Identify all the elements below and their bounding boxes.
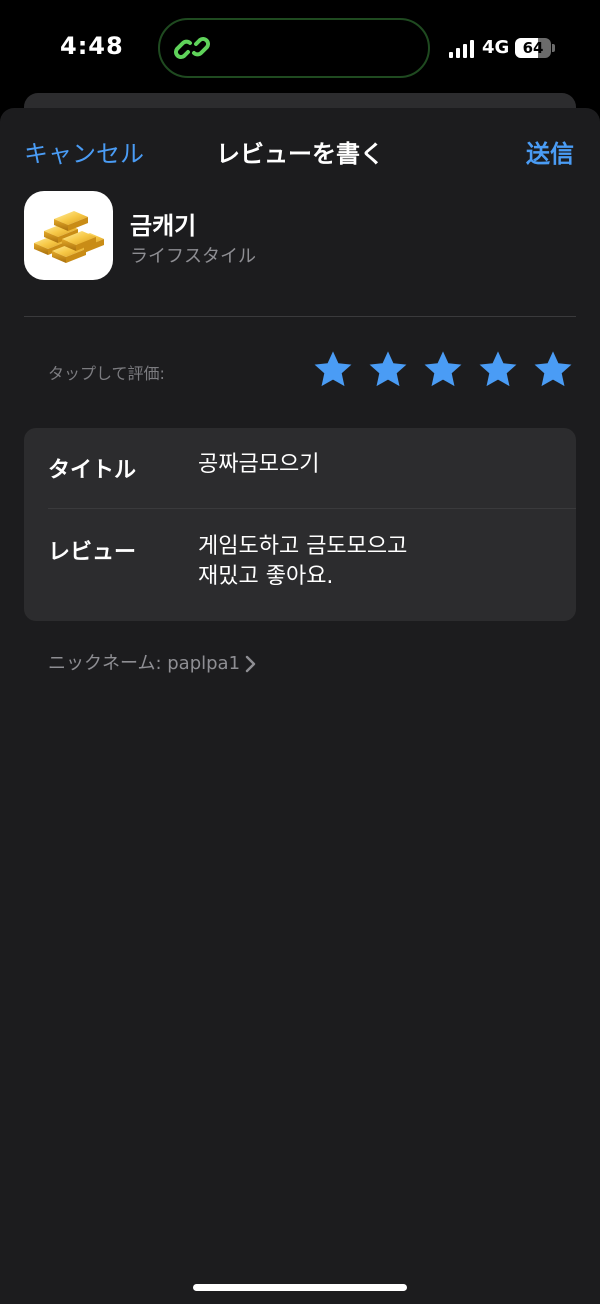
battery-percent: 64 [522,39,544,57]
status-time: 4:48 [60,32,124,60]
section-divider [24,316,576,317]
battery-nub [552,44,555,52]
send-button[interactable]: 送信 [526,134,574,169]
link-chain-icon [174,37,210,59]
nickname-text: ニックネーム: paplpa1 [48,653,241,674]
review-text-line: 재밌고 좋아요. [198,564,334,589]
network-type: 4G [482,37,510,58]
star-icon[interactable] [477,350,519,390]
status-bar: 4:48 4G 64 [0,0,600,100]
chevron-right-icon [245,655,256,673]
review-text-line: 게임도하고 금도모으고 [198,534,408,559]
rating-prompt: タップして評価: [48,364,165,383]
star-icon[interactable] [312,350,354,390]
write-review-sheet: キャンセル レビューを書く 送信 금캐기 ライフスタイル タップして評価: タイ… [0,108,600,1304]
title-label: タイトル [48,458,137,483]
app-category: ライフスタイル [130,246,256,267]
review-field[interactable]: 게임도하고 금도모으고 재밌고 좋아요. [198,532,407,592]
nickname-link[interactable]: ニックネーム: paplpa1 [48,649,256,675]
star-icon[interactable] [367,350,409,390]
review-form: タイトル 공짜금모으기 レビュー 게임도하고 금도모으고 재밌고 좋아요. [24,428,576,621]
battery-icon: 64 [515,38,551,58]
gold-bars-icon [24,191,113,280]
review-label: レビュー [48,540,137,565]
star-rating[interactable] [312,350,576,390]
dynamic-island[interactable] [158,18,430,78]
page-title: レビューを書く [216,140,384,168]
star-icon[interactable] [422,350,464,390]
title-field[interactable]: 공짜금모으기 [198,450,319,480]
home-indicator[interactable] [193,1284,407,1291]
field-divider [48,508,576,509]
cellular-signal-icon [449,38,477,58]
app-name: 금캐기 [130,212,197,240]
star-icon[interactable] [532,350,574,390]
